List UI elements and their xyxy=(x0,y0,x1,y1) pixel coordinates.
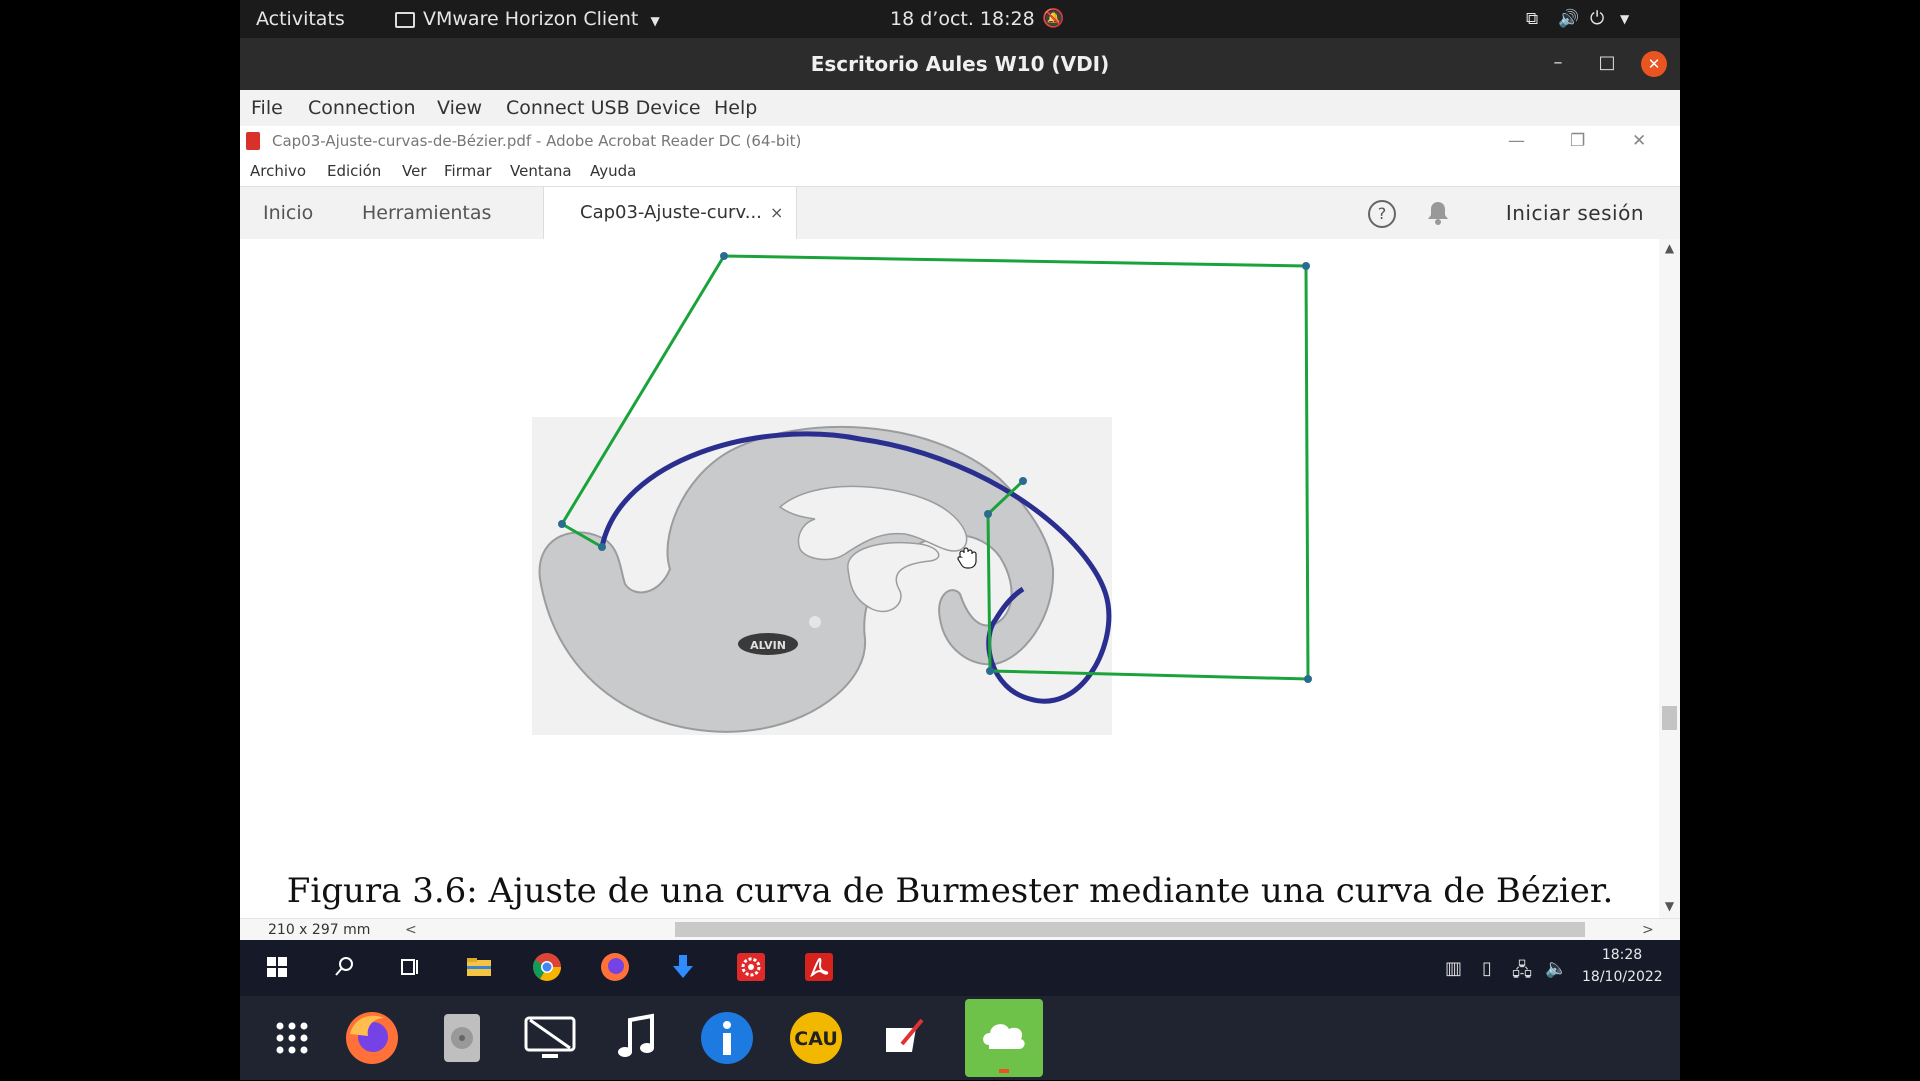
sign-in-button[interactable]: Iniciar sesión xyxy=(1506,187,1644,239)
gear-app-icon[interactable] xyxy=(734,950,768,984)
acrobat-close-button[interactable]: ✕ xyxy=(1632,126,1646,156)
ubuntu-dock: CAU xyxy=(240,996,1680,1080)
apps-grid-icon[interactable] xyxy=(260,1006,324,1070)
vmware-tray-icon[interactable]: ▥ xyxy=(1445,958,1462,979)
tab-herramientas[interactable]: Herramientas xyxy=(362,187,491,239)
acrobat-menu-bar: Archivo Edición Ver Firmar Ventana Ayuda xyxy=(240,156,1680,186)
vertical-scroll-thumb[interactable] xyxy=(1662,706,1677,730)
menu-file[interactable]: File xyxy=(251,90,283,126)
vmware-window-titlebar: Escritorio Aules W10 (VDI) – □ ✕ xyxy=(240,38,1680,90)
control-point xyxy=(1302,262,1310,270)
acrobat-tab-bar: Inicio Herramientas Cap03-Ajuste-curv...… xyxy=(240,186,1680,240)
taskbar-date: 18/10/2022 xyxy=(1582,969,1663,985)
acrobat-icon[interactable] xyxy=(802,950,836,984)
activities-button[interactable]: Activitats xyxy=(256,0,345,38)
bezier-figure: ALVIN xyxy=(532,252,1312,735)
menu-firmar[interactable]: Firmar xyxy=(444,156,492,186)
disk-icon[interactable] xyxy=(430,1006,494,1070)
control-point xyxy=(984,510,992,518)
notifications-off-icon: 🔕 xyxy=(1042,8,1065,29)
menu-archivo[interactable]: Archivo xyxy=(250,156,306,186)
pdf-page-view[interactable]: ALVIN Figura 3.6: Ajuste de una curva de… xyxy=(240,239,1680,918)
tab-inicio[interactable]: Inicio xyxy=(263,187,313,239)
tab-document-label: Cap03-Ajuste-curv... xyxy=(580,202,762,223)
menu-ventana[interactable]: Ventana xyxy=(510,156,572,186)
monitor-icon xyxy=(395,11,415,28)
speaker-tray-icon[interactable]: 🔈 xyxy=(1545,958,1567,979)
menu-connect-usb[interactable]: Connect USB Device xyxy=(506,90,701,126)
cau-icon-label: CAU xyxy=(794,1028,838,1050)
usb-icon[interactable]: ▯ xyxy=(1482,958,1492,979)
firefox-icon[interactable] xyxy=(340,1006,404,1070)
menu-ayuda[interactable]: Ayuda xyxy=(590,156,636,186)
menu-help[interactable]: Help xyxy=(714,90,757,126)
vertical-scrollbar[interactable]: ▲ ▼ xyxy=(1659,239,1680,918)
file-explorer-icon[interactable] xyxy=(462,950,496,984)
control-point xyxy=(558,520,566,528)
status-bar: 210 x 297 mm < > xyxy=(240,918,1680,941)
app-menu[interactable]: VMware Horizon Client ▼ xyxy=(395,0,660,38)
tab-close-icon[interactable]: × xyxy=(770,187,783,239)
control-point xyxy=(720,252,728,260)
menu-edicion[interactable]: Edición xyxy=(327,156,381,186)
template-logo-text: ALVIN xyxy=(750,639,786,652)
music-icon[interactable] xyxy=(606,1006,670,1070)
control-point xyxy=(986,667,994,675)
system-top-bar: Activitats VMware Horizon Client ▼ 18 d’… xyxy=(240,0,1680,38)
bell-icon[interactable] xyxy=(1426,200,1450,230)
search-icon[interactable] xyxy=(327,950,361,984)
minimize-button[interactable]: – xyxy=(1543,48,1573,78)
task-view-icon[interactable] xyxy=(393,950,427,984)
maximize-button[interactable]: □ xyxy=(1592,48,1622,78)
network-icon[interactable]: ⧉ xyxy=(1526,0,1538,38)
page-size-label: 210 x 297 mm xyxy=(268,922,371,938)
volume-icon[interactable]: 🔊 xyxy=(1558,0,1579,38)
firefox-icon[interactable] xyxy=(598,950,632,984)
close-button[interactable]: ✕ xyxy=(1641,51,1667,77)
figure-caption: Figura 3.6: Ajuste de una curva de Burme… xyxy=(286,871,1614,911)
scroll-down-icon[interactable]: ▼ xyxy=(1659,899,1680,913)
menu-connection[interactable]: Connection xyxy=(308,90,416,126)
scroll-up-icon[interactable]: ▲ xyxy=(1659,241,1680,255)
taskbar-time: 18:28 xyxy=(1601,947,1643,963)
acrobat-window-title: Cap03-Ajuste-curvas-de-Bézier.pdf - Adob… xyxy=(272,132,802,150)
app-menu-label: VMware Horizon Client xyxy=(423,8,639,30)
template-logo: ALVIN xyxy=(738,633,798,655)
vmware-window-title: Escritorio Aules W10 (VDI) xyxy=(810,52,1110,76)
download-icon[interactable] xyxy=(666,950,700,984)
notes-icon[interactable] xyxy=(872,1006,936,1070)
cloud-sync-icon[interactable] xyxy=(965,999,1043,1077)
windows-taskbar: ▥ ▯ 🖧 🔈 18:28 18/10/2022 xyxy=(240,940,1680,996)
chrome-icon[interactable] xyxy=(530,950,564,984)
scroll-left-icon[interactable]: < xyxy=(405,919,417,941)
clock[interactable]: 18 d’oct. 18:28 xyxy=(890,0,1035,38)
acrobat-restore-button[interactable]: ❐ xyxy=(1570,126,1585,156)
network-tray-icon[interactable]: 🖧 xyxy=(1512,958,1532,988)
power-icon[interactable]: ⏻ xyxy=(1590,0,1604,38)
windows-start-icon[interactable] xyxy=(260,950,294,984)
control-point xyxy=(1019,477,1027,485)
menu-ver[interactable]: Ver xyxy=(402,156,427,186)
tab-document[interactable]: Cap03-Ajuste-curv... × xyxy=(543,187,797,240)
help-icon[interactable]: ? xyxy=(1368,200,1396,228)
horizontal-scroll-thumb[interactable] xyxy=(675,922,1585,937)
taskbar-clock[interactable]: 18:28 18/10/2022 xyxy=(1582,944,1663,988)
cau-icon[interactable]: CAU xyxy=(784,1006,848,1070)
control-point xyxy=(598,543,606,551)
acrobat-titlebar: Cap03-Ajuste-curvas-de-Bézier.pdf - Adob… xyxy=(240,126,1680,156)
control-point xyxy=(1304,675,1312,683)
acrobat-minimize-button[interactable]: — xyxy=(1508,126,1525,156)
pdf-file-icon xyxy=(246,132,260,150)
menu-view[interactable]: View xyxy=(437,90,482,126)
vmware-menu-bar: File Connection View Connect USB Device … xyxy=(240,90,1680,127)
info-icon[interactable] xyxy=(695,1006,759,1070)
scroll-right-icon[interactable]: > xyxy=(1642,919,1654,941)
remote-desktop-icon[interactable] xyxy=(518,1006,582,1070)
system-menu-chevron-icon[interactable]: ▼ xyxy=(1620,0,1629,38)
chevron-down-icon: ▼ xyxy=(650,14,660,28)
